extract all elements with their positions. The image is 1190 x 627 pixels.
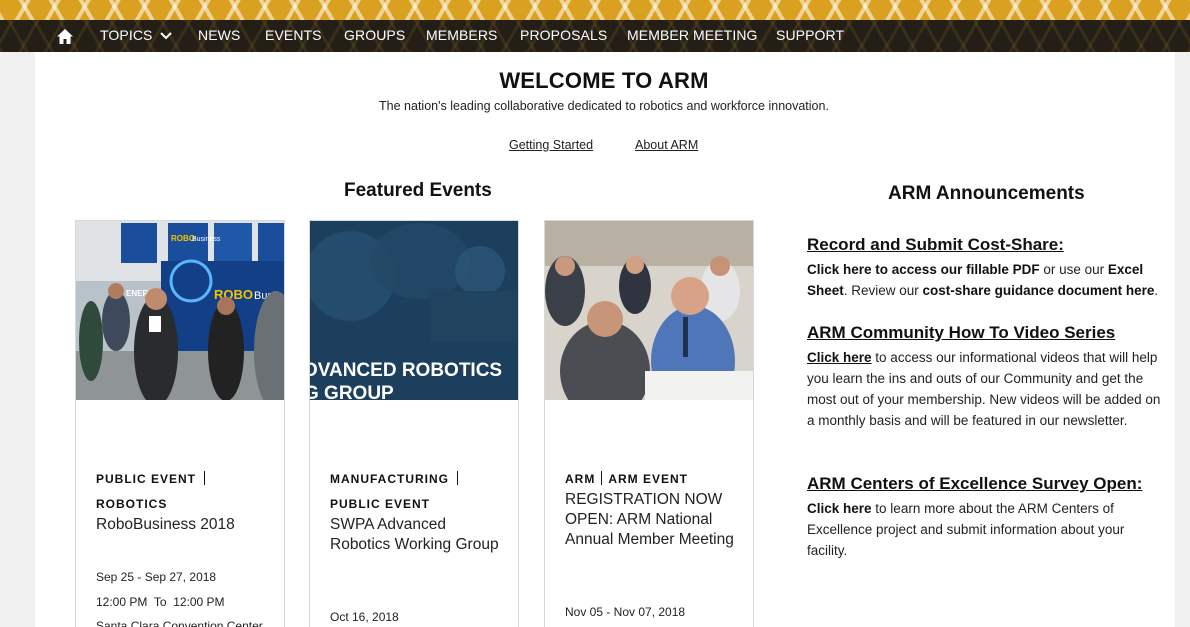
event-image-robobusiness: ROBO Business ENERGY ROBO Busin [76,221,284,400]
home-icon[interactable] [56,28,74,45]
announcement-heading-survey[interactable]: ARM Centers of Excellence Survey Open: [807,474,1142,494]
nav-item-topics[interactable]: TOPICS [100,20,173,52]
nav-item-groups[interactable]: GROUPS [344,20,405,52]
event-tags: PUBLIC EVENT ROBOTICS [96,467,271,517]
event-image-member-meeting [545,221,753,400]
nav-item-member-meeting[interactable]: MEMBER MEETING [627,20,758,52]
announcements-title: ARM Announcements [888,183,1085,204]
cost-share-guidance-link[interactable]: cost-share guidance document here [923,283,1155,298]
click-here-link[interactable]: Click here [807,501,872,516]
announcement-body-survey: Click here to learn more about the ARM C… [807,501,1125,558]
event-title[interactable]: REGISTRATION NOW OPEN: ARM National Annu… [565,490,745,550]
fillable-pdf-link[interactable]: Click here to access our fillable PDF [807,262,1040,277]
event-tags: ARM ARM EVENT [565,467,740,492]
decorative-header-band [0,0,1190,20]
main-navbar: TOPICS NEWS EVENTS GROUPS MEMBERS PROPOS… [0,20,1190,52]
event-title[interactable]: RoboBusiness 2018 [96,515,276,535]
event-dates: Oct 16, 2018 [330,610,399,624]
nav-item-label: TOPICS [100,27,153,43]
nav-item-members[interactable]: MEMBERS [426,20,498,52]
announcement-body-video-series: Click here to access our informational v… [807,350,1161,428]
event-card-robobusiness[interactable]: ROBO Business ENERGY ROBO Busin PUBLIC E… [75,220,285,627]
featured-events-title: Featured Events [344,180,492,201]
event-card-swpa[interactable]: DVANCED ROBOTICS G GROUP MANUFACTURING P… [309,220,519,627]
announcement-heading-video-series[interactable]: ARM Community How To Video Series [807,323,1115,343]
page-title: WELCOME TO ARM [499,68,709,93]
banner-text: Business [192,236,221,243]
image-banner-text: DVANCED ROBOTICS [310,360,502,381]
chevron-down-icon [160,32,173,40]
nav-item-support[interactable]: SUPPORT [776,20,844,52]
event-title[interactable]: SWPA Advanced Robotics Working Group [330,515,510,555]
nav-item-events[interactable]: EVENTS [265,20,322,52]
click-here-link[interactable]: Click here [807,350,872,365]
event-tag[interactable]: ARM [565,472,595,486]
event-tag[interactable]: ROBOTICS [96,497,167,511]
nav-item-news[interactable]: NEWS [198,20,240,52]
event-tag[interactable]: PUBLIC EVENT [330,497,430,511]
event-location: Santa Clara Convention Center [96,619,263,627]
event-dates: Sep 25 - Sep 27, 2018 [96,570,217,584]
nav-item-proposals[interactable]: PROPOSALS [520,20,607,52]
event-tag[interactable]: MANUFACTURING [330,472,449,486]
event-tags: MANUFACTURING PUBLIC EVENT [330,467,505,517]
event-tag[interactable]: ARM EVENT [608,472,688,486]
event-dates: Nov 05 - Nov 07, 2018 [565,605,686,619]
about-arm-link[interactable]: About ARM [635,138,698,152]
event-time: 12:00 PM To 12:00 PM [96,595,225,609]
event-card-member-meeting[interactable]: ARM ARM EVENT REGISTRATION NOW OPEN: ARM … [544,220,754,627]
announcement-body-cost-share: Click here to access our fillable PDF or… [807,262,1159,298]
event-image-swpa: DVANCED ROBOTICS G GROUP [310,221,518,400]
image-banner-text: G GROUP [310,383,394,400]
announcement-heading-cost-share[interactable]: Record and Submit Cost-Share: [807,235,1064,255]
page-tagline: The nation's leading collaborative dedic… [379,99,829,113]
excel-link[interactable]: Excel [1108,262,1143,277]
sheet-link[interactable]: Sheet [807,283,844,298]
getting-started-link[interactable]: Getting Started [509,138,593,152]
event-tag[interactable]: PUBLIC EVENT [96,472,196,486]
